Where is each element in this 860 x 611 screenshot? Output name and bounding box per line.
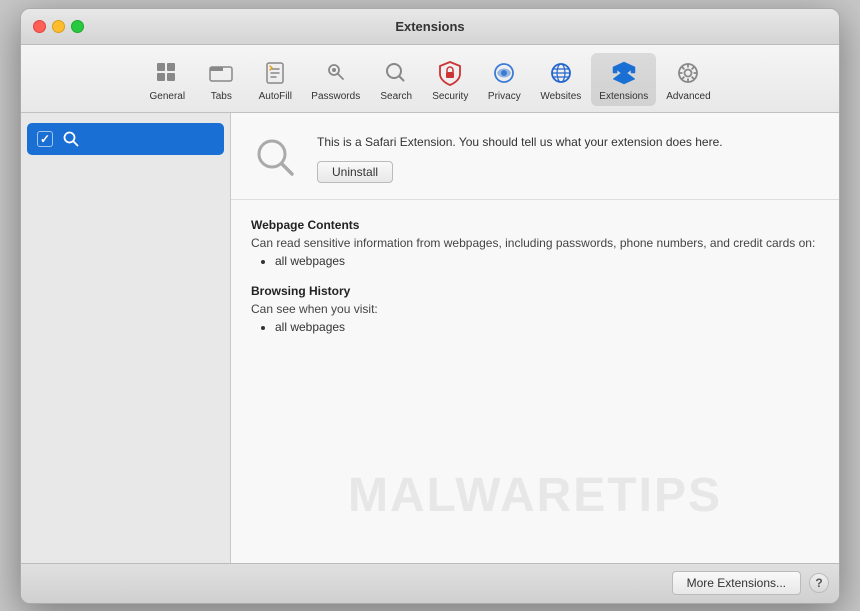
- tabs-label: Tabs: [211, 91, 232, 102]
- extensions-label: Extensions: [599, 91, 648, 102]
- extension-description: This is a Safari Extension. You should t…: [317, 133, 819, 151]
- permission-desc-history: Can see when you visit:: [251, 302, 819, 316]
- permission-title-webpage: Webpage Contents: [251, 218, 819, 232]
- toolbar-item-general[interactable]: General: [141, 53, 193, 106]
- watermark: MALWARETIPS: [231, 468, 839, 523]
- autofill-label: AutoFill: [259, 91, 292, 102]
- general-label: General: [150, 91, 186, 102]
- permission-list-history: all webpages: [251, 320, 819, 334]
- toolbar-item-passwords[interactable]: Passwords: [303, 53, 368, 106]
- extensions-icon: [608, 57, 640, 89]
- security-label: Security: [432, 91, 468, 102]
- safari-preferences-window: Extensions General: [20, 8, 840, 604]
- window-title: Extensions: [395, 19, 464, 34]
- websites-icon: [545, 57, 577, 89]
- extension-small-icon: [61, 129, 81, 149]
- list-item: all webpages: [275, 254, 819, 268]
- close-button[interactable]: [33, 20, 46, 33]
- security-icon: [434, 57, 466, 89]
- permissions-section: Webpage Contents Can read sensitive info…: [231, 200, 839, 368]
- title-bar: Extensions: [21, 9, 839, 45]
- zoom-button[interactable]: [71, 20, 84, 33]
- extension-info: This is a Safari Extension. You should t…: [317, 133, 819, 183]
- list-item: all webpages: [275, 320, 819, 334]
- search-label: Search: [380, 91, 412, 102]
- extension-big-icon: [251, 133, 301, 183]
- permission-desc-webpage: Can read sensitive information from webp…: [251, 236, 819, 250]
- extension-header-section: This is a Safari Extension. You should t…: [231, 113, 839, 200]
- toolbar-item-websites[interactable]: Websites: [532, 53, 589, 106]
- passwords-icon: [320, 57, 352, 89]
- uninstall-button[interactable]: Uninstall: [317, 161, 393, 183]
- toolbar-item-security[interactable]: Security: [424, 53, 476, 106]
- bottom-bar: More Extensions... ?: [21, 563, 839, 603]
- toolbar-item-autofill[interactable]: AutoFill: [249, 53, 301, 106]
- main-content: ✓ MALWARETIPS: [21, 113, 839, 563]
- permission-group-history: Browsing History Can see when you visit:…: [251, 284, 819, 334]
- help-button[interactable]: ?: [809, 573, 829, 593]
- privacy-icon: [488, 57, 520, 89]
- tabs-icon: [205, 57, 237, 89]
- privacy-label: Privacy: [488, 91, 521, 102]
- extension-item-search[interactable]: ✓: [27, 123, 224, 155]
- autofill-icon: [259, 57, 291, 89]
- extensions-sidebar: ✓: [21, 113, 231, 563]
- detail-content: This is a Safari Extension. You should t…: [231, 113, 839, 368]
- toolbar-item-tabs[interactable]: Tabs: [195, 53, 247, 106]
- permission-list-webpage: all webpages: [251, 254, 819, 268]
- general-icon: [151, 57, 183, 89]
- toolbar-item-extensions[interactable]: Extensions: [591, 53, 656, 106]
- detail-panel: MALWARETIPS This is a Safari Extension. …: [231, 113, 839, 563]
- more-extensions-button[interactable]: More Extensions...: [672, 571, 801, 595]
- permission-group-webpage: Webpage Contents Can read sensitive info…: [251, 218, 819, 268]
- passwords-label: Passwords: [311, 91, 360, 102]
- toolbar-items: General Tabs: [141, 53, 718, 106]
- toolbar-item-search[interactable]: Search: [370, 53, 422, 106]
- extension-checkbox[interactable]: ✓: [37, 131, 53, 147]
- permission-title-history: Browsing History: [251, 284, 819, 298]
- advanced-icon: [672, 57, 704, 89]
- toolbar-item-privacy[interactable]: Privacy: [478, 53, 530, 106]
- search-icon: [380, 57, 412, 89]
- checkmark-icon: ✓: [40, 132, 50, 146]
- websites-label: Websites: [540, 91, 581, 102]
- minimize-button[interactable]: [52, 20, 65, 33]
- traffic-lights: [33, 20, 84, 33]
- toolbar: General Tabs: [21, 45, 839, 113]
- toolbar-item-advanced[interactable]: Advanced: [658, 53, 718, 106]
- advanced-label: Advanced: [666, 91, 710, 102]
